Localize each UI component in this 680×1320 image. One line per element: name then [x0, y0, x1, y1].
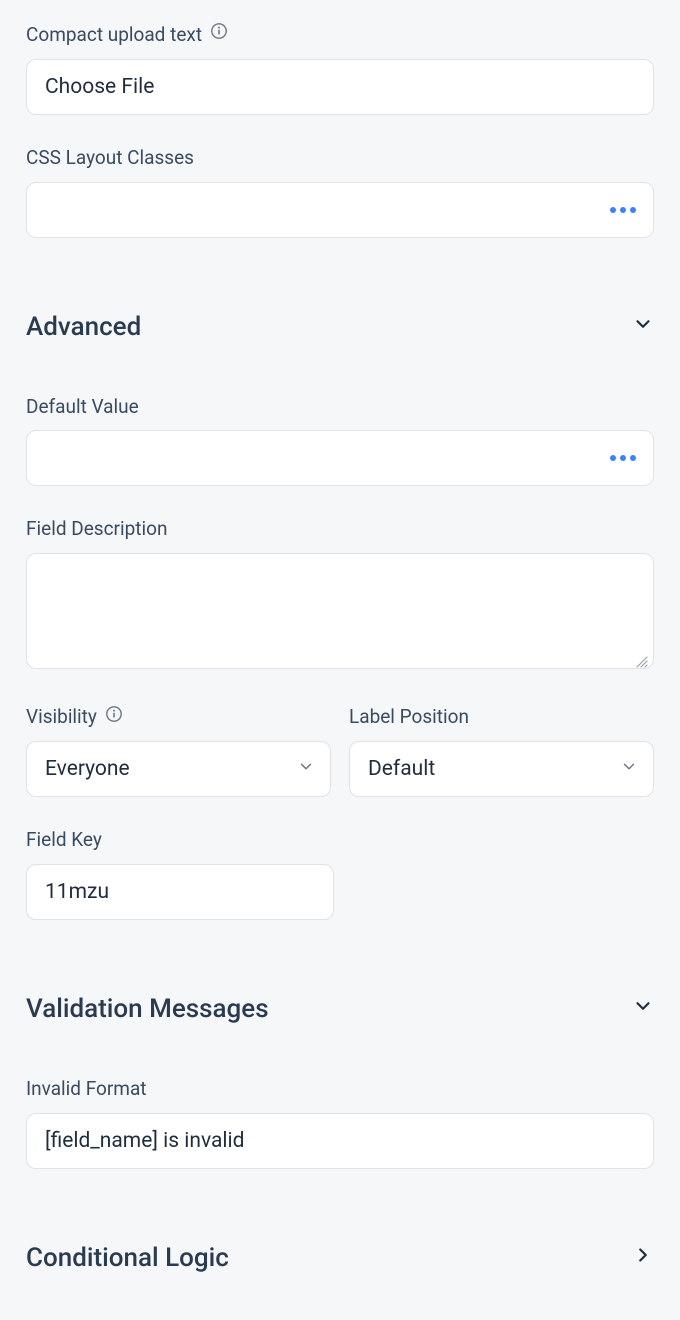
css-layout-field: CSS Layout Classes — [26, 147, 654, 238]
more-options-button[interactable] — [606, 430, 640, 486]
visibility-field: Visibility Everyone — [26, 706, 331, 797]
chevron-right-icon — [632, 1244, 654, 1271]
validation-messages-section-title: Validation Messages — [26, 994, 269, 1024]
dot-icon — [620, 455, 626, 461]
chevron-down-icon — [632, 995, 654, 1022]
compact-upload-label-row: Compact upload text — [26, 24, 654, 47]
settings-panel: Compact upload text CSS Layout Classes — [0, 0, 680, 1283]
dot-icon — [630, 455, 636, 461]
default-value-input-wrap — [26, 430, 654, 486]
chevron-down-icon — [632, 313, 654, 340]
more-options-button[interactable] — [606, 182, 640, 238]
visibility-labelpos-row: Visibility Everyone — [26, 706, 654, 797]
css-layout-input[interactable] — [26, 182, 654, 238]
advanced-section-header[interactable]: Advanced — [26, 302, 654, 352]
label-position-field: Label Position Default — [349, 706, 654, 797]
default-value-input[interactable] — [26, 430, 654, 486]
compact-upload-input[interactable] — [26, 59, 654, 115]
css-layout-label: CSS Layout Classes — [26, 147, 194, 170]
visibility-select[interactable]: Everyone — [26, 741, 331, 797]
label-position-label: Label Position — [349, 706, 469, 729]
info-icon[interactable] — [210, 22, 228, 40]
css-layout-label-row: CSS Layout Classes — [26, 147, 654, 170]
field-description-field: Field Description — [26, 518, 654, 674]
field-key-field: Field Key — [26, 829, 654, 920]
conditional-logic-section-title: Conditional Logic — [26, 1243, 229, 1273]
compact-upload-field: Compact upload text — [26, 24, 654, 115]
default-value-label: Default Value — [26, 396, 139, 419]
visibility-label-row: Visibility — [26, 706, 331, 729]
default-value-label-row: Default Value — [26, 396, 654, 419]
invalid-format-label-row: Invalid Format — [26, 1078, 654, 1101]
dot-icon — [630, 207, 636, 213]
validation-messages-section-header[interactable]: Validation Messages — [26, 984, 654, 1034]
field-description-textarea[interactable] — [26, 553, 654, 669]
dot-icon — [610, 455, 616, 461]
default-value-field: Default Value — [26, 396, 654, 487]
label-position-label-row: Label Position — [349, 706, 654, 729]
visibility-label: Visibility — [26, 706, 97, 729]
field-description-label: Field Description — [26, 518, 167, 541]
invalid-format-input[interactable] — [26, 1113, 654, 1169]
info-icon[interactable] — [105, 705, 123, 723]
dot-icon — [610, 207, 616, 213]
label-position-select[interactable]: Default — [349, 741, 654, 797]
field-key-label: Field Key — [26, 829, 102, 852]
advanced-section-title: Advanced — [26, 312, 141, 342]
field-key-input[interactable] — [26, 864, 334, 920]
compact-upload-label: Compact upload text — [26, 24, 202, 47]
conditional-logic-section-header[interactable]: Conditional Logic — [26, 1233, 654, 1283]
field-key-label-row: Field Key — [26, 829, 654, 852]
css-layout-input-wrap — [26, 182, 654, 238]
invalid-format-field: Invalid Format — [26, 1078, 654, 1169]
invalid-format-label: Invalid Format — [26, 1078, 147, 1101]
dot-icon — [620, 207, 626, 213]
field-description-label-row: Field Description — [26, 518, 654, 541]
